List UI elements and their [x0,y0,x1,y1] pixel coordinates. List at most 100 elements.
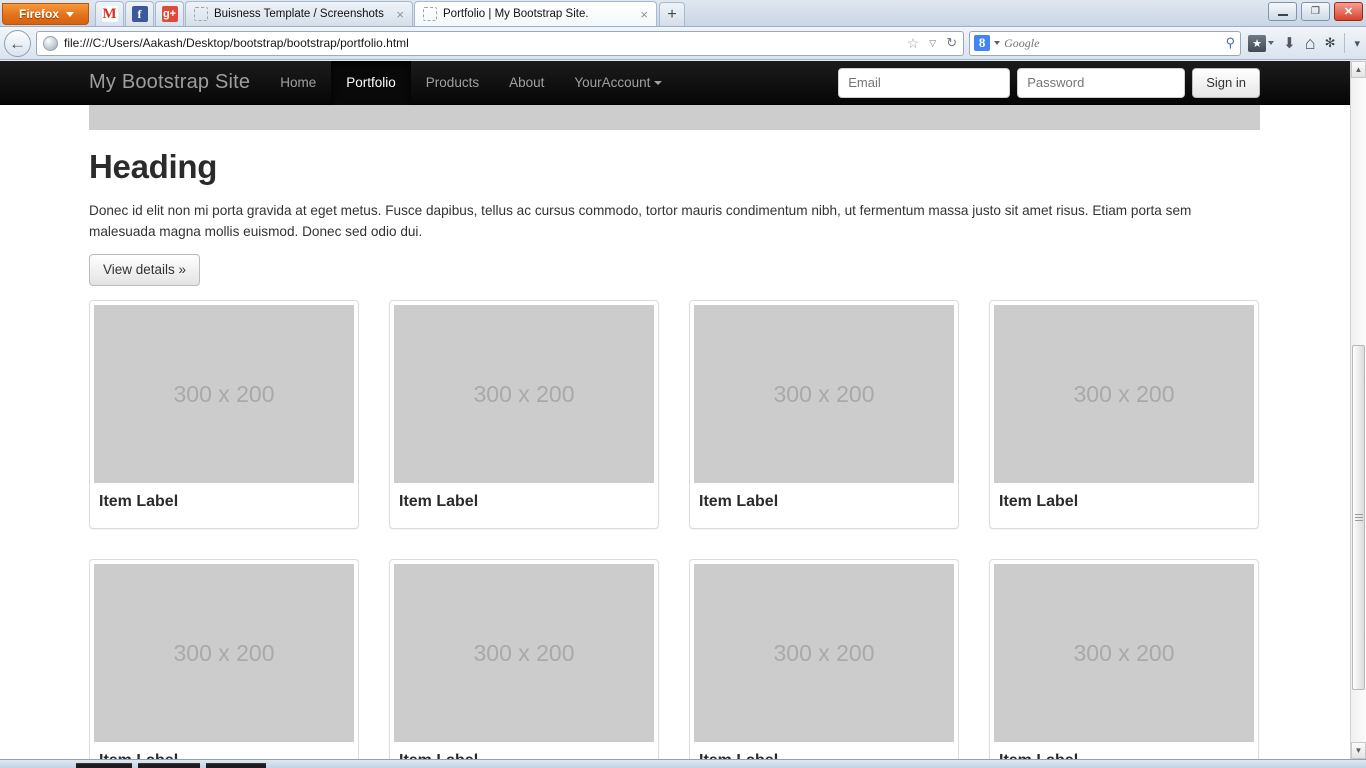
reload-icon[interactable]: ↻ [944,35,959,51]
facebook-pinned-tab[interactable]: f [125,1,154,26]
chevron-down-icon: ▾ [1354,37,1360,50]
vertical-scrollbar[interactable]: ▲ ▼ [1350,61,1366,759]
thumbnail-card[interactable]: 300 x 200 Item Label [389,300,659,529]
home-button[interactable]: ⌂ [1303,33,1318,54]
thumbnail-grid: 300 x 200 Item Label 300 x 200 Item Labe… [89,300,1260,759]
email-field[interactable] [838,68,1010,98]
site-nav-links: Home Portfolio Products About YourAccoun… [265,61,677,105]
placeholder-dimensions-label: 300 x 200 [473,640,574,667]
back-button[interactable]: ← [4,30,31,57]
thumbnail-card[interactable]: 300 x 200 Item Label [689,559,959,759]
windows-taskbar [0,759,1366,768]
thumbnail-label: Item Label [394,483,654,528]
nav-link-label: Products [426,75,479,90]
url-text: file:///C:/Users/Aakash/Desktop/bootstra… [64,36,899,50]
search-bar[interactable]: 8 ⚲ [969,31,1241,56]
nav-link-about[interactable]: About [494,61,559,105]
tab-title: Portfolio | My Bootstrap Site. [443,8,632,20]
page-favicon-icon [194,7,208,21]
address-bar[interactable]: file:///C:/Users/Aakash/Desktop/bootstra… [36,31,964,56]
overflow-menu-button[interactable]: ▾ [1352,37,1362,50]
firefox-menu-button[interactable]: Firefox [2,3,89,25]
thumbnail-card[interactable]: 300 x 200 Item Label [689,300,959,529]
thumbnail-placeholder-image: 300 x 200 [994,564,1254,742]
caret-up-icon: ▲ [1355,65,1363,74]
nav-link-label: About [509,75,544,90]
page-title: Heading [89,148,1260,186]
thumbnail-card[interactable]: 300 x 200 Item Label [89,559,359,759]
view-details-button[interactable]: View details » [89,254,200,286]
plus-icon: + [667,6,676,24]
nav-link-products[interactable]: Products [411,61,494,105]
bookmarks-button[interactable]: ★ [1246,35,1276,52]
thumbnail-card[interactable]: 300 x 200 Item Label [389,559,659,759]
downloads-button[interactable]: ⬇ [1281,34,1298,52]
maximize-button[interactable]: ❐ [1301,2,1330,21]
search-input[interactable] [1004,36,1221,51]
thumbnail-card[interactable]: 300 x 200 Item Label [989,559,1259,759]
nav-link-label: YourAccount [574,75,650,90]
nav-link-home[interactable]: Home [265,61,331,105]
nav-link-label: Portfolio [346,75,396,90]
chevron-down-icon [1268,41,1274,45]
firefox-menu-label: Firefox [19,7,59,21]
web-page: My Bootstrap Site Home Portfolio Product… [0,61,1350,759]
password-field[interactable] [1017,68,1185,98]
bookmark-star-icon[interactable]: ☆ [905,35,922,52]
close-window-button[interactable]: ✕ [1334,2,1363,21]
scroll-down-button[interactable]: ▼ [1351,742,1366,759]
close-icon[interactable]: × [394,8,406,21]
taskbar-item[interactable] [138,763,200,768]
scroll-up-button[interactable]: ▲ [1351,61,1366,78]
tab-title: Buisness Template / Screenshots [214,8,388,20]
browser-tab-screenshots[interactable]: Buisness Template / Screenshots × [185,1,413,26]
chevron-down-icon[interactable] [994,41,1000,45]
thumbnail-label: Item Label [394,742,654,759]
home-icon: ⌂ [1305,33,1316,54]
tab-strip: Firefox M f g+ Buisness Template / Scree… [0,0,1366,27]
minimize-icon [1278,14,1288,16]
taskbar-item[interactable] [206,763,266,768]
thumbnail-label: Item Label [94,742,354,759]
sign-in-button[interactable]: Sign in [1192,68,1260,98]
addon-button[interactable]: ✻ [1323,35,1338,51]
toolbar-divider [1344,33,1345,53]
thumbnail-label: Item Label [994,742,1254,759]
thumbnail-label: Item Label [694,483,954,528]
arrow-left-icon: ← [9,35,26,52]
browser-tab-portfolio[interactable]: Portfolio | My Bootstrap Site. × [414,1,657,26]
placeholder-dimensions-label: 300 x 200 [773,640,874,667]
thumbnail-placeholder-image: 300 x 200 [394,305,654,483]
scrollbar-thumb[interactable] [1352,345,1365,690]
new-tab-button[interactable]: + [659,2,685,26]
site-navbar: My Bootstrap Site Home Portfolio Product… [0,61,1350,105]
restore-icon: ❐ [1311,6,1320,17]
chevron-down-icon [654,81,662,85]
google-search-engine-icon[interactable]: 8 [974,35,990,51]
googleplus-pinned-tab[interactable]: g+ [155,1,184,26]
nav-link-portfolio[interactable]: Portfolio [331,61,411,105]
search-icon[interactable]: ⚲ [1226,35,1236,51]
jumbotron-strip [89,105,1260,130]
google-plus-icon: g+ [162,6,178,22]
page-favicon-icon [423,7,437,21]
taskbar-item[interactable] [76,763,132,768]
thumbnail-placeholder-image: 300 x 200 [694,305,954,483]
chevron-down-icon [66,12,74,17]
page-viewport: My Bootstrap Site Home Portfolio Product… [0,61,1366,759]
thumbnail-placeholder-image: 300 x 200 [394,564,654,742]
thumbnail-card[interactable]: 300 x 200 Item Label [989,300,1259,529]
minimize-button[interactable] [1268,2,1297,21]
placeholder-dimensions-label: 300 x 200 [173,381,274,408]
gmail-pinned-tab[interactable]: M [95,1,124,26]
thumbnail-label: Item Label [694,742,954,759]
placeholder-dimensions-label: 300 x 200 [1073,381,1174,408]
thumbnail-card[interactable]: 300 x 200 Item Label [89,300,359,529]
close-icon[interactable]: × [638,8,650,21]
placeholder-dimensions-label: 300 x 200 [773,381,874,408]
site-brand[interactable]: My Bootstrap Site [89,71,265,94]
nav-link-label: Home [280,75,316,90]
dropmarker-icon[interactable]: ▽ [927,38,938,49]
nav-link-youraccount[interactable]: YourAccount [559,61,677,105]
thumbnail-label: Item Label [94,483,354,528]
